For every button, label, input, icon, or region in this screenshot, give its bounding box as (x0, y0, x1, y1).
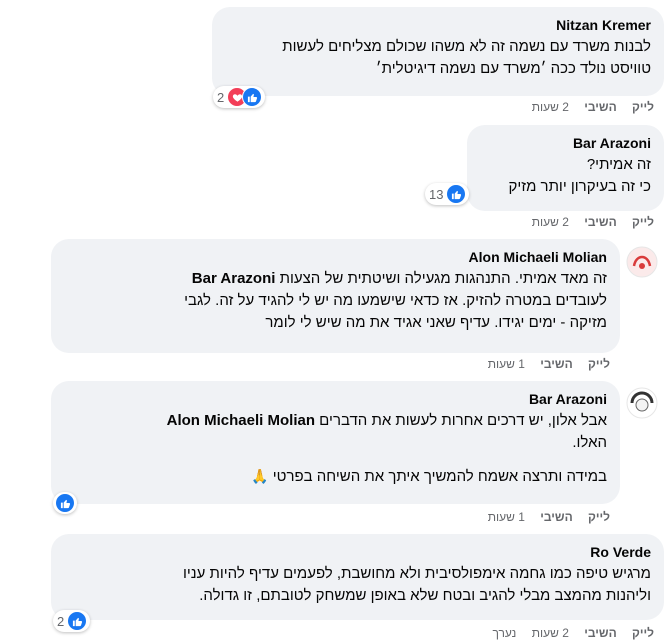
reply-action[interactable]: השיבי (584, 626, 616, 640)
comment-text: זה מאד אמיתי. התנהגות מגעילה ושיטתית של … (64, 268, 607, 334)
timestamp[interactable]: 2 שעות (532, 100, 569, 114)
timestamp[interactable]: 1 שעות (488, 510, 525, 524)
comment-text: מרגיש טיפה כמו גחמה אימפולסיבית ולא מחוש… (64, 563, 651, 607)
comment-text: אבל אלון, יש דרכים אחרות לעשות את הדברים… (64, 410, 607, 488)
reply-action[interactable]: השיבי (540, 510, 572, 524)
comment-author[interactable]: Alon Michaeli Molian (64, 248, 607, 266)
timestamp[interactable]: 2 שעות (532, 626, 569, 640)
reply-action[interactable]: השיבי (584, 100, 616, 114)
comment-line-text: זה מאד אמיתי. התנהגות מגעילה ושיטתית של … (279, 270, 607, 287)
comment-text: זה אמיתי? כי זה בעיקרון יותר מזיק (480, 154, 651, 198)
comment-line: לעובדים במטרה להזיק. אז כדאי שישמעו מה י… (184, 292, 607, 309)
comment-line: כי זה בעיקרון יותר מזיק (508, 178, 651, 195)
timestamp[interactable]: 2 שעות (532, 215, 569, 229)
avatar[interactable] (626, 387, 658, 419)
comment-line: מרגיש טיפה כמו גחמה אימפולסיבית ולא מחוש… (182, 565, 651, 582)
reply-action[interactable]: השיבי (584, 215, 616, 229)
reaction-summary[interactable]: 2 (213, 86, 266, 108)
edited-label: נערך (492, 626, 517, 640)
reply-action[interactable]: השיבי (540, 357, 572, 371)
comment-line: מזיקה - ימים יגידו. עדיף שאני אגיד את מה… (265, 314, 607, 331)
like-action[interactable]: לייק (588, 510, 610, 524)
reaction-count: 2 (57, 613, 65, 629)
pray-emoji-icon: 🙏 (251, 469, 269, 485)
mention-link[interactable]: Alon Michaeli Molian (167, 412, 315, 429)
like-icon (446, 184, 467, 204)
comment-line: במידה ותרצה אשמח להמשיך איתך את השיחה בפ… (64, 466, 607, 488)
avatar[interactable] (626, 246, 658, 278)
comment-line: זה מאד אמיתי. התנהגות מגעילה ושיטתית של … (64, 268, 607, 290)
reaction-count: 13 (429, 186, 444, 202)
comment-author[interactable]: Ro Verde (64, 543, 651, 561)
comment-author[interactable]: Bar Arazoni (64, 390, 607, 408)
like-icon (55, 493, 75, 513)
reaction-summary[interactable]: 2 (53, 610, 91, 632)
like-icon (67, 611, 88, 631)
comment-actions: לייק השיבי 2 שעות (520, 99, 654, 115)
comment-line: לבנות משרד עם נשמה זה לא משהו שכולם מצלי… (282, 38, 651, 55)
comment-actions: לייק השיבי 1 שעות (476, 509, 610, 525)
comment-actions: לייק השיבי 2 שעות נערך (480, 625, 654, 641)
reaction-summary[interactable]: 13 (425, 183, 470, 205)
comment-line: האלו. (572, 434, 607, 451)
comment-text: לבנות משרד עם נשמה זה לא משהו שכולם מצלי… (225, 36, 651, 80)
comment-actions: לייק השיבי 2 שעות (520, 214, 654, 230)
comment-author[interactable]: Nitzan Kremer (225, 16, 651, 34)
comment-bubble: Nitzan Kremer לבנות משרד עם נשמה זה לא מ… (212, 7, 664, 96)
reaction-count: 2 (217, 89, 225, 105)
comment-line: טוויסט נולד ככה ׳משרד עם נשמה דיגיטלית׳ (375, 60, 651, 77)
comment-actions: לייק השיבי 1 שעות (476, 356, 610, 372)
timestamp[interactable]: 1 שעות (488, 357, 525, 371)
like-icon (242, 87, 263, 107)
comment-bubble: Ro Verde מרגיש טיפה כמו גחמה אימפולסיבית… (51, 534, 664, 620)
comment-line: וליהנות מהמצב מבלי להגיב ובטח שלא באופן … (199, 587, 651, 604)
mention-link[interactable]: Bar Arazoni (192, 270, 276, 287)
like-action[interactable]: לייק (632, 626, 654, 640)
comment-line-text: אבל אלון, יש דרכים אחרות לעשות את הדברים (319, 412, 607, 429)
comment-bubble: Alon Michaeli Molian זה מאד אמיתי. התנהג… (51, 239, 620, 353)
reaction-summary[interactable] (53, 492, 77, 514)
like-action[interactable]: לייק (632, 215, 654, 229)
comment-bubble: Bar Arazoni זה אמיתי? כי זה בעיקרון יותר… (467, 125, 664, 211)
comment-line: אבל אלון, יש דרכים אחרות לעשות את הדברים… (64, 410, 607, 432)
comment-author[interactable]: Bar Arazoni (480, 134, 651, 152)
like-action[interactable]: לייק (632, 100, 654, 114)
comment-bubble: Bar Arazoni אבל אלון, יש דרכים אחרות לעש… (51, 381, 620, 504)
comment-line: זה אמיתי? (586, 156, 651, 173)
comment-line-text: במידה ותרצה אשמח להמשיך איתך את השיחה בפ… (272, 468, 607, 485)
like-action[interactable]: לייק (588, 357, 610, 371)
